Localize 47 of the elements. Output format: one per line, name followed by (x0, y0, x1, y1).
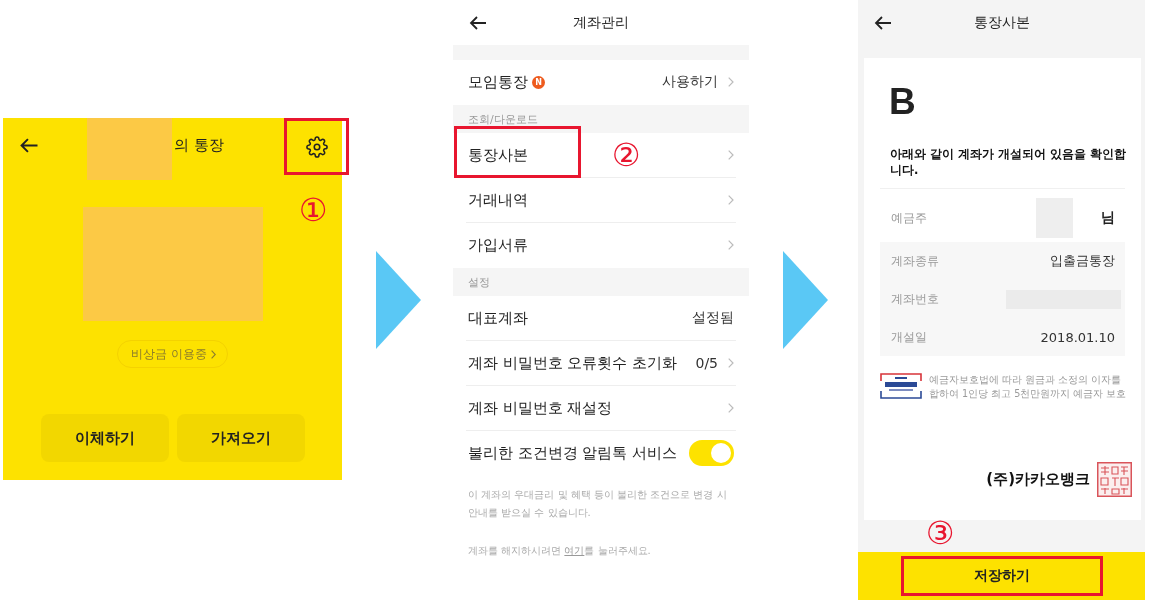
screen-title: 통장사본 (973, 13, 1030, 32)
field-value: 2018.01.10 (1040, 329, 1115, 345)
screen-title: 계좌관리 (573, 13, 629, 32)
field-label: 계좌번호 (891, 290, 939, 308)
menu-item-label[interactable]: 거래내역 (468, 190, 528, 210)
arrow-right-icon (783, 251, 828, 349)
field-label: 예금주 (891, 209, 927, 227)
arrow-left-icon[interactable] (874, 15, 892, 31)
step-number: ① (297, 193, 329, 227)
issuer-name: (주)카카오뱅크 (986, 470, 1090, 489)
field-label: 계좌종류 (891, 252, 939, 270)
protection-note: 예금자보호법에 따라 원금과 소정의 이자를 합하여 1인당 최고 5천만원까지 예금자 보호 (929, 373, 1128, 400)
section-header: 설정 (468, 274, 490, 290)
menu-item-label[interactable]: 모임통장 (468, 72, 528, 92)
bank-logo: B (889, 86, 916, 118)
menu-item-label[interactable]: 대표계좌 (468, 308, 528, 328)
menu-item-value: 0/5 (695, 355, 718, 371)
save-button[interactable]: 저장하기 (900, 556, 1103, 596)
arrow-left-icon[interactable] (19, 137, 39, 154)
statement-text: 아래와 같이 계좌가 개설되어 있음을 확인합니다. (890, 146, 1128, 178)
step-number: ③ (924, 516, 956, 550)
section-header: 조회/다운로드 (468, 111, 538, 127)
menu-item-label[interactable]: 가입서류 (468, 235, 528, 255)
chevron-right-icon (210, 349, 216, 359)
action-button[interactable]: 이체하기 (40, 414, 169, 462)
toggle-switch[interactable] (689, 440, 734, 466)
menu-item-label[interactable]: 계좌 비밀번호 재설정 (468, 398, 613, 418)
arrow-right-icon (376, 251, 421, 349)
arrow-left-icon[interactable] (469, 15, 487, 31)
step-number: ② (610, 138, 642, 172)
seal-stamp-icon (1097, 462, 1132, 497)
notice-text: 이 계좌의 우대금리 및 혜택 등이 불리한 조건으로 변경 시 안내를 받으실 수 있습니다. (467, 488, 728, 520)
certification-label-icon (880, 373, 922, 399)
menu-item-value: 설정됨 (692, 309, 734, 327)
field-value: 입출금통장 (1050, 252, 1115, 270)
menu-item-label[interactable]: 통장사본 (468, 145, 528, 165)
field-value: 님 (1101, 209, 1115, 227)
menu-item-label[interactable]: 계좌 비밀번호 오류횟수 초기화 (468, 353, 677, 373)
menu-item-value: 사용하기 (662, 73, 718, 91)
notice-text: 계좌를 해지하시려면 여기를 눌러주세요. (467, 544, 652, 558)
new-badge: N (532, 75, 545, 89)
menu-item-label[interactable]: 불리한 조건변경 알림톡 서비스 (468, 443, 677, 463)
settings-icon (305, 135, 328, 158)
field-label: 개설일 (891, 328, 927, 346)
action-button[interactable]: 가져오기 (176, 414, 305, 462)
settings-button[interactable] (284, 118, 349, 175)
screen-title: 의 통장 (174, 136, 224, 154)
